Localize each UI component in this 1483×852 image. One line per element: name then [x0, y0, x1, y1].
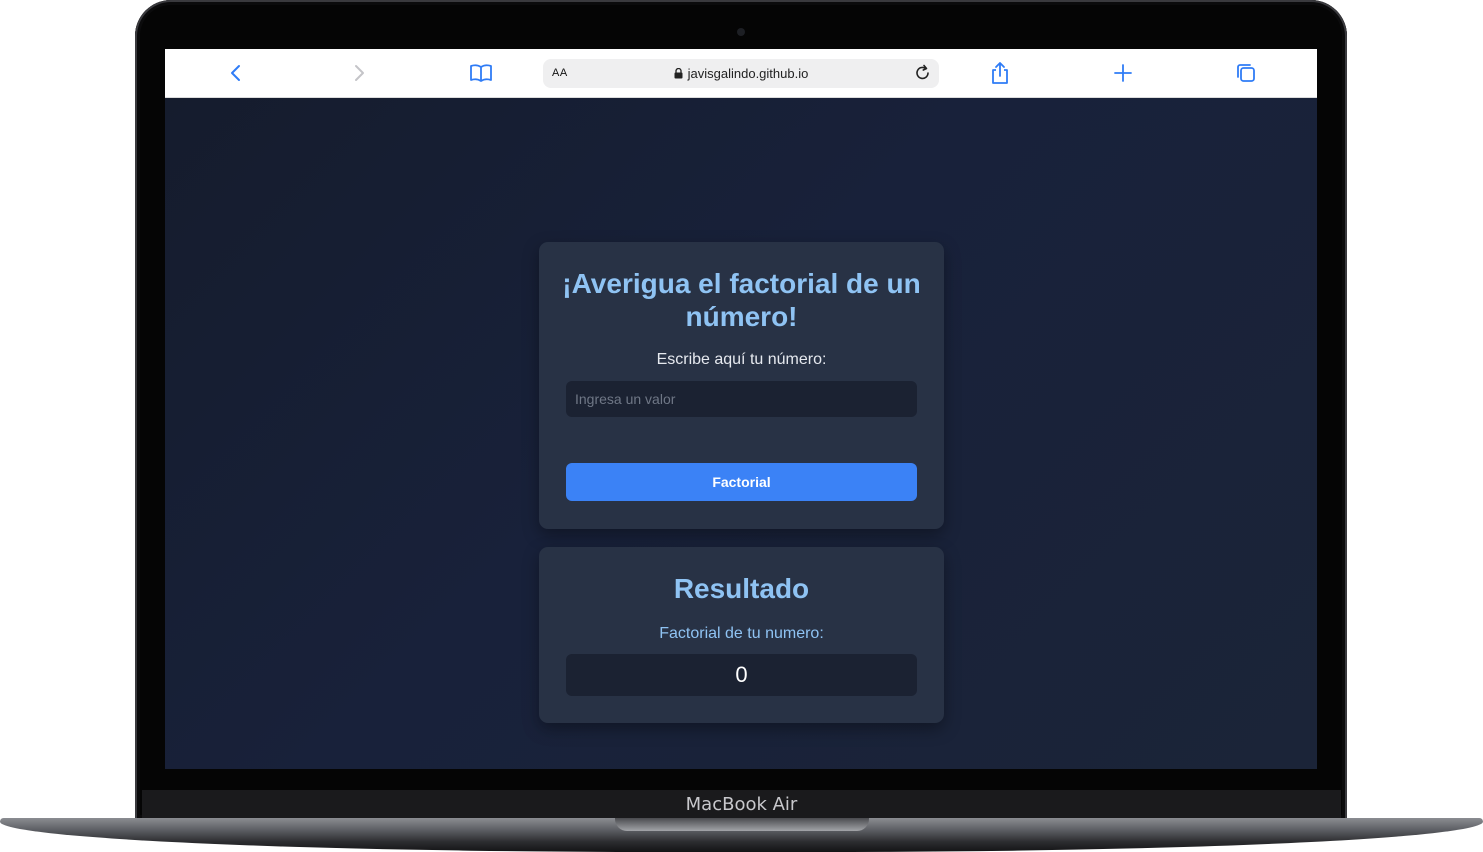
number-input[interactable] [566, 381, 917, 417]
chevron-right-icon [355, 65, 364, 81]
bookmarks-button[interactable] [469, 61, 493, 85]
url-display[interactable]: javisgalindo.github.io [543, 66, 939, 82]
result-card: Resultado Factorial de tu numero: 0 [539, 547, 944, 723]
screen: AA javisgalindo.github.io ¡Averigua el f… [165, 49, 1317, 769]
laptop-notch [615, 818, 869, 831]
chevron-left-icon [231, 65, 240, 81]
reload-icon [916, 64, 929, 80]
tabs-button[interactable] [1234, 61, 1258, 85]
back-button[interactable] [224, 61, 248, 85]
factorial-button[interactable]: Factorial [566, 463, 917, 501]
result-label: Factorial de tu numero: [659, 625, 824, 642]
plus-icon [1114, 64, 1132, 82]
laptop-mockup: AA javisgalindo.github.io ¡Averigua el f… [0, 0, 1483, 852]
reload-button[interactable] [913, 63, 933, 83]
address-bar[interactable]: AA javisgalindo.github.io [543, 59, 939, 88]
result-title: Resultado [673, 573, 810, 604]
camera-icon [737, 28, 745, 36]
forward-button[interactable] [347, 61, 371, 85]
new-tab-button[interactable] [1111, 61, 1135, 85]
number-prompt-label: Escribe aquí tu número: [656, 351, 827, 368]
url-text: javisgalindo.github.io [687, 66, 809, 81]
share-icon [992, 62, 1008, 84]
browser-toolbar: AA javisgalindo.github.io [165, 49, 1317, 98]
factorial-input-card: ¡Averigua el factorial de un número! Esc… [539, 242, 944, 529]
page-title: ¡Averigua el factorial de un número! [562, 268, 921, 332]
page-content: ¡Averigua el factorial de un número! Esc… [165, 98, 1317, 769]
lock-icon [674, 67, 683, 82]
book-icon [470, 64, 492, 82]
tabs-icon [1237, 64, 1255, 82]
share-button[interactable] [988, 61, 1012, 85]
brand-label: MacBook Air [685, 794, 798, 815]
result-value: 0 [566, 654, 917, 696]
